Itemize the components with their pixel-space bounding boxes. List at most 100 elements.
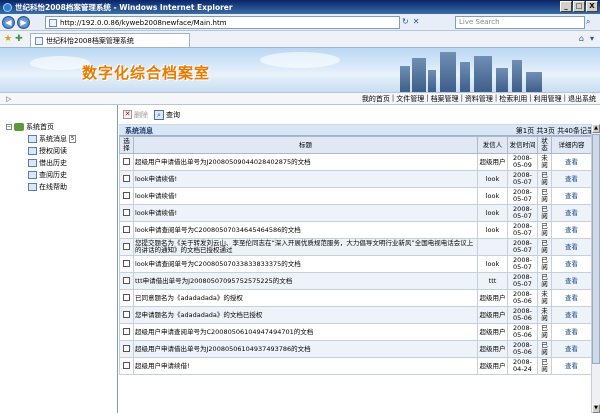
view-link[interactable]: 查看 <box>551 238 592 256</box>
row-checkbox[interactable] <box>123 192 130 200</box>
row-checkbox-cell[interactable] <box>119 204 134 222</box>
vertical-scrollbar[interactable]: ▲ ▼ <box>591 124 600 413</box>
page-icon <box>35 36 43 45</box>
collapse-arrow-icon[interactable]: ▷ <box>6 95 11 103</box>
row-checkbox[interactable] <box>123 226 130 234</box>
delete-label: 删除 <box>134 110 148 119</box>
row-checkbox[interactable] <box>123 362 130 370</box>
row-checkbox[interactable] <box>123 294 130 302</box>
view-link[interactable]: 查看 <box>551 289 592 307</box>
row-checkbox-cell[interactable] <box>119 357 134 375</box>
menu-item-archive-management[interactable]: 档案管理 <box>431 94 459 104</box>
view-link[interactable]: 查看 <box>551 272 592 290</box>
view-link[interactable]: 查看 <box>551 221 592 239</box>
home-icon[interactable]: ⌂ <box>579 34 584 43</box>
row-checkbox-cell[interactable] <box>119 153 134 171</box>
page-icon <box>49 18 57 27</box>
search-input[interactable]: Live Search <box>455 16 585 29</box>
row-checkbox[interactable] <box>123 328 130 336</box>
address-row: ◀ ▶ http://192.0.0.86/kyweb2008newface/M… <box>0 14 600 31</box>
menu-item-logout[interactable]: 退出系统 <box>568 94 596 104</box>
row-date: 2008-05-07 <box>507 204 538 222</box>
row-checkbox[interactable] <box>123 175 130 183</box>
row-checkbox-cell[interactable] <box>119 221 134 239</box>
collapse-icon[interactable]: − <box>6 124 12 130</box>
forward-icon[interactable]: ▶ <box>17 15 30 29</box>
tree-root[interactable]: − 系统首页 <box>0 121 117 133</box>
scroll-up-icon[interactable]: ▲ <box>592 124 600 133</box>
row-checkbox-cell[interactable] <box>119 255 134 273</box>
view-link[interactable]: 查看 <box>551 170 592 188</box>
tree-item-loan-history[interactable]: 借出历史 <box>0 157 117 169</box>
building-decoration <box>512 60 522 92</box>
tree-item-view-history[interactable]: 查阅历史 <box>0 169 117 181</box>
refresh-icon[interactable]: ↻ <box>402 17 409 26</box>
row-checkbox-cell[interactable] <box>119 170 134 188</box>
row-checkbox[interactable] <box>123 243 130 251</box>
menu-item-home[interactable]: 我的首页 <box>362 94 390 104</box>
chevron-down-icon[interactable]: ▾ <box>590 34 594 43</box>
row-status: 已阅 <box>537 272 552 290</box>
tree-item-online-help[interactable]: 在线帮助 <box>0 181 117 193</box>
row-checkbox[interactable] <box>123 277 130 285</box>
view-link[interactable]: 查看 <box>551 187 592 205</box>
row-date: 2008-05-09 <box>507 153 538 171</box>
col-date: 发信时间 <box>507 136 538 154</box>
row-status: 已阅 <box>537 357 552 375</box>
menu-item-material-management[interactable]: 资料管理 <box>465 94 493 104</box>
row-checkbox-cell[interactable] <box>119 340 134 358</box>
row-checkbox-cell[interactable] <box>119 272 134 290</box>
scroll-down-icon[interactable]: ▼ <box>592 404 600 413</box>
table-row: look申请续借! look 2008-05-07 已阅 查看 <box>119 170 592 188</box>
row-title: look申请续借! <box>133 204 478 222</box>
close-button[interactable]: X <box>586 1 598 12</box>
scroll-thumb[interactable] <box>592 134 600 364</box>
table-row: 您申请题名为《adadadada》的文档已授权 超级用户 2008-05-06 未阅查… <box>119 306 592 324</box>
stop-icon[interactable]: ✕ <box>413 17 420 26</box>
view-link[interactable]: 查看 <box>551 204 592 222</box>
menu-item-search[interactable]: 检索利用 <box>499 94 527 104</box>
row-checkbox-cell[interactable] <box>119 289 134 307</box>
row-status: 已阅 <box>537 170 552 188</box>
menu-item-usage-management[interactable]: 利用管理 <box>534 94 562 104</box>
table-row: 您提交题名为《关于转发刘云山、李至伦同志在“深入开展优质规范服务，大力倡导文明行… <box>119 238 592 256</box>
back-icon[interactable]: ◀ <box>2 15 15 29</box>
tree-item-authorized-reading[interactable]: 授权阅读 <box>0 145 117 157</box>
minimize-button[interactable]: _ <box>560 1 572 12</box>
add-favorites-icon[interactable]: ✚ <box>15 34 23 44</box>
row-title: 已同意题名为《adadadada》的授权 <box>133 289 478 307</box>
row-checkbox-cell[interactable] <box>119 187 134 205</box>
view-link[interactable]: 查看 <box>551 306 592 324</box>
address-bar[interactable]: http://192.0.0.86/kyweb2008newface/Main.… <box>45 16 400 29</box>
search-button[interactable]: ⌕ 查询 <box>154 109 180 120</box>
table-header-row: 选择 标题 发信人 发信时间 状态 详细内容 <box>119 136 592 154</box>
row-checkbox-cell[interactable] <box>119 238 134 256</box>
magnifier-icon: ⌕ <box>154 109 164 120</box>
row-title: look申请查阅单号为C20080507033833833375的文档 <box>133 255 478 273</box>
row-checkbox[interactable] <box>123 260 130 268</box>
building-decoration <box>526 72 542 92</box>
row-checkbox-cell[interactable] <box>119 306 134 324</box>
row-checkbox[interactable] <box>123 311 130 319</box>
maximize-button[interactable]: □ <box>573 1 585 12</box>
row-status: 未阅 <box>537 289 552 307</box>
window-controls: _ □ X <box>560 1 598 12</box>
view-link[interactable]: 查看 <box>551 153 592 171</box>
delete-button[interactable]: ✕ 删除 <box>123 110 148 120</box>
row-checkbox[interactable] <box>123 345 130 353</box>
row-sender: 超级用户 <box>477 340 508 358</box>
row-checkbox-cell[interactable] <box>119 323 134 341</box>
row-date: 2008-05-06 <box>507 323 538 341</box>
row-checkbox[interactable] <box>123 209 130 217</box>
view-link[interactable]: 查看 <box>551 357 592 375</box>
browser-tab[interactable]: 世纪科怡2008档案管理系统 <box>30 33 190 47</box>
search-icon[interactable]: ⌕ <box>586 17 590 27</box>
row-date: 2008-04-24 <box>507 357 538 375</box>
view-link[interactable]: 查看 <box>551 340 592 358</box>
tree-item-system-messages[interactable]: 系统消息 5 <box>0 133 117 145</box>
view-link[interactable]: 查看 <box>551 255 592 273</box>
view-link[interactable]: 查看 <box>551 323 592 341</box>
menu-item-file-management[interactable]: 文件管理 <box>396 94 424 104</box>
row-checkbox[interactable] <box>123 158 130 166</box>
favorites-icon[interactable]: ★ <box>4 34 12 44</box>
